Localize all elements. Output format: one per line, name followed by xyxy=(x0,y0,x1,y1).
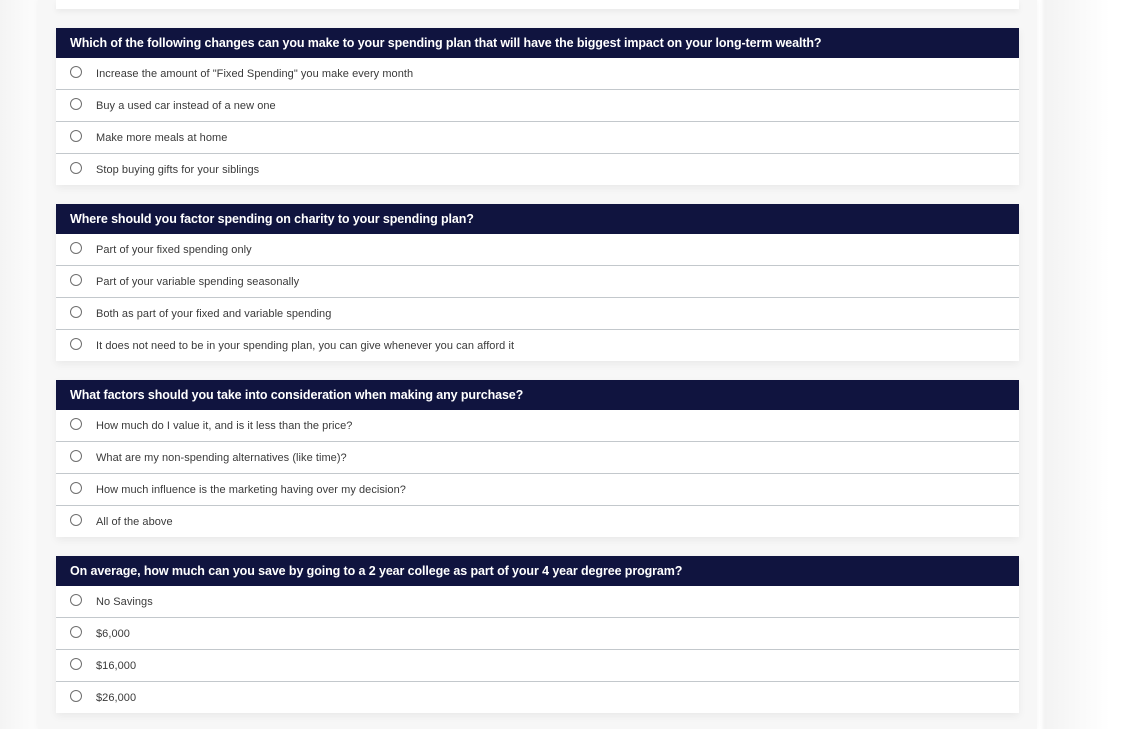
answer-option[interactable]: Part of your variable spending seasonall… xyxy=(56,266,1019,298)
question-title: Where should you factor spending on char… xyxy=(56,204,1019,234)
answer-label: Increase the amount of "Fixed Spending" … xyxy=(96,68,414,80)
answer-label: Part of your fixed spending only xyxy=(96,244,252,256)
radio-button[interactable] xyxy=(70,626,82,638)
question-card: Which of the following changes can you m… xyxy=(56,28,1019,185)
answer-label: $26,000 xyxy=(96,692,137,704)
answer-option[interactable]: Both as part of your fixed and variable … xyxy=(56,298,1019,330)
answer-label: Both as part of your fixed and variable … xyxy=(96,308,332,320)
answer-option[interactable]: Make more meals at home xyxy=(56,122,1019,154)
radio-button[interactable] xyxy=(70,690,82,702)
answer-option[interactable]: Buy a used car instead of a new one xyxy=(56,90,1019,122)
answer-label: All of the above xyxy=(96,516,173,528)
radio-button[interactable] xyxy=(70,450,82,462)
question-title: On average, how much can you save by goi… xyxy=(56,556,1019,586)
radio-button[interactable] xyxy=(70,98,82,110)
answer-option[interactable]: How much influence is the marketing havi… xyxy=(56,474,1019,506)
radio-button[interactable] xyxy=(70,306,82,318)
answer-label: Stop buying gifts for your siblings xyxy=(96,164,260,176)
answer-label: Buy a used car instead of a new one xyxy=(96,100,276,112)
answer-option[interactable]: No Savings xyxy=(56,586,1019,618)
answer-option[interactable]: It does not need to be in your spending … xyxy=(56,330,1019,361)
radio-button[interactable] xyxy=(70,242,82,254)
answer-option[interactable]: Part of your fixed spending only xyxy=(56,234,1019,266)
answer-label: $6,000 xyxy=(96,628,130,640)
answer-label: It does not need to be in your spending … xyxy=(96,340,515,352)
question-title: Which of the following changes can you m… xyxy=(56,28,1019,58)
radio-button[interactable] xyxy=(70,162,82,174)
answer-label: Part of your variable spending seasonall… xyxy=(96,276,300,288)
radio-button[interactable] xyxy=(70,594,82,606)
answer-option[interactable]: $6,000 xyxy=(56,618,1019,650)
answer-option[interactable]: What are my non-spending alternatives (l… xyxy=(56,442,1019,474)
radio-button[interactable] xyxy=(70,418,82,430)
answer-option[interactable]: Stop buying gifts for your siblings xyxy=(56,154,1019,185)
answer-label: No Savings xyxy=(96,596,153,608)
radio-button[interactable] xyxy=(70,514,82,526)
answer-option[interactable]: Increase the amount of "Fixed Spending" … xyxy=(56,58,1019,90)
question-card: Where should you factor spending on char… xyxy=(56,204,1019,361)
radio-button[interactable] xyxy=(70,130,82,142)
question-card: On average, how much can you save by goi… xyxy=(56,556,1019,713)
answer-label: What are my non-spending alternatives (l… xyxy=(96,452,347,464)
question-card: What factors should you take into consid… xyxy=(56,380,1019,537)
answer-label: Make more meals at home xyxy=(96,132,228,144)
radio-button[interactable] xyxy=(70,274,82,286)
radio-button[interactable] xyxy=(70,66,82,78)
previous-question-card xyxy=(56,0,1019,9)
answer-option[interactable]: $16,000 xyxy=(56,650,1019,682)
radio-button[interactable] xyxy=(70,658,82,670)
answer-label: $16,000 xyxy=(96,660,137,672)
question-title: What factors should you take into consid… xyxy=(56,380,1019,410)
radio-button[interactable] xyxy=(70,338,82,350)
answer-option[interactable]: $26,000 xyxy=(56,682,1019,713)
answer-label: How much do I value it, and is it less t… xyxy=(96,420,353,432)
answer-option[interactable]: All of the above xyxy=(56,506,1019,537)
radio-button[interactable] xyxy=(70,482,82,494)
answer-label: How much influence is the marketing havi… xyxy=(96,484,406,496)
answer-option[interactable]: How much do I value it, and is it less t… xyxy=(56,410,1019,442)
